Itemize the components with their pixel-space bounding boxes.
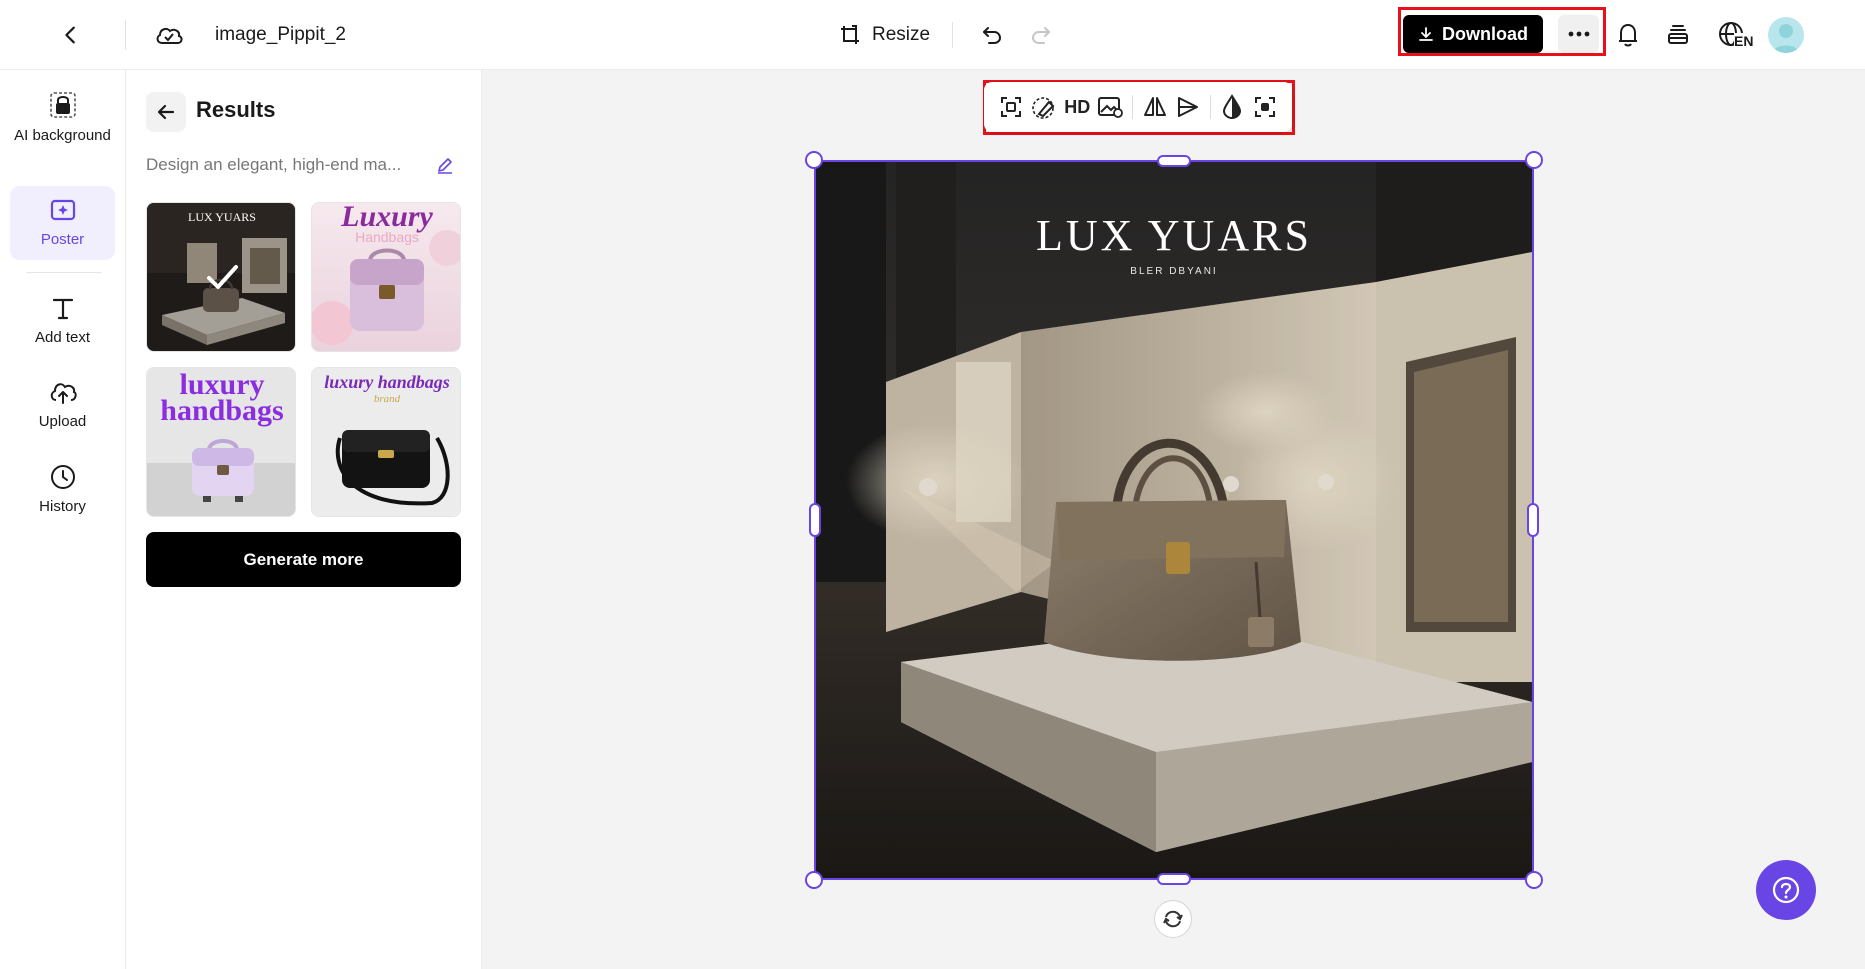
rail-item-add-text[interactable]: Add text: [10, 294, 115, 348]
divider: [125, 20, 126, 50]
rotate-button[interactable]: [1154, 900, 1192, 938]
resize-handle-right[interactable]: [1527, 503, 1539, 537]
resize-handle-bottom-right[interactable]: [1525, 871, 1543, 889]
resize-handle-left[interactable]: [809, 503, 821, 537]
expand-icon[interactable]: [994, 88, 1027, 126]
flip-icon[interactable]: [1138, 88, 1171, 126]
bell-icon[interactable]: [1612, 19, 1644, 51]
thumbnail-subtitle: brand: [374, 393, 401, 405]
poster-icon: [50, 199, 75, 221]
rail-label: Add text: [34, 329, 91, 346]
arrow-left-icon: [157, 104, 175, 120]
results-panel: Results Design an elegant, high-end ma..…: [126, 70, 482, 969]
rail-item-upload[interactable]: Upload: [10, 378, 115, 432]
image-toolbar: HD: [984, 82, 1292, 132]
result-thumbnail-2[interactable]: Luxury Handbags: [311, 202, 461, 352]
resize-handle-top[interactable]: [1157, 155, 1191, 167]
more-dots-icon: [1568, 31, 1589, 37]
send-icon[interactable]: [1171, 88, 1204, 126]
resize-button[interactable]: Resize: [838, 19, 930, 51]
rail-divider: [26, 272, 102, 273]
user-avatar-icon: [1773, 24, 1799, 53]
rail-label: Upload: [38, 413, 87, 430]
poster-subtitle: BLER DBYANI: [1130, 266, 1218, 277]
replace-image-icon[interactable]: [1094, 88, 1127, 126]
left-toolbar: AI background Poster Add text Upload His…: [0, 70, 126, 969]
rail-label: Poster: [40, 231, 85, 248]
resize-handle-top-right[interactable]: [1525, 151, 1543, 169]
layers-icon[interactable]: [1662, 19, 1694, 51]
poster-image: LUX YUARS BLER DBYANI: [816, 162, 1532, 878]
result-thumbnail-3[interactable]: luxury handbags: [146, 367, 296, 517]
file-name[interactable]: image_Pippit_20: [215, 23, 345, 47]
thumbnail-subtitle: Handbags: [355, 229, 419, 245]
prompt-text: Design an elegant, high-end ma...: [146, 155, 402, 174]
generate-more-button[interactable]: Generate more: [146, 532, 461, 587]
language-globe-icon[interactable]: EN: [1710, 17, 1754, 53]
rail-item-history[interactable]: History: [10, 463, 115, 517]
clock-icon: [50, 465, 75, 489]
avatar[interactable]: [1768, 17, 1804, 53]
thumbnail-image: luxury handbags: [147, 368, 295, 516]
download-label: Download: [1442, 23, 1528, 44]
undo-icon[interactable]: [976, 19, 1008, 51]
rail-label: History: [39, 498, 86, 515]
resize-handle-bottom-left[interactable]: [805, 871, 823, 889]
more-options-button[interactable]: [1558, 15, 1599, 53]
rail-label: AI background: [14, 127, 111, 144]
help-question-icon: [1772, 876, 1800, 904]
results-back-button[interactable]: [146, 92, 186, 132]
result-thumbnail-1[interactable]: LUX YUARS: [146, 202, 296, 352]
rail-item-ai-background[interactable]: AI background: [10, 90, 115, 146]
language-code: EN: [1734, 33, 1754, 49]
crop-icon[interactable]: [1249, 88, 1282, 126]
resize-handle-top-left[interactable]: [805, 151, 823, 169]
rail-item-poster[interactable]: Poster: [10, 186, 115, 260]
download-icon: [1419, 27, 1433, 41]
upload-cloud-icon: [50, 383, 77, 404]
lock-bag-icon: [49, 92, 76, 118]
top-bar: image_Pippit_20 Resize Download EN: [0, 0, 1865, 70]
thumbnail-title-line2: handbags: [160, 394, 283, 427]
selected-poster[interactable]: LUX YUARS BLER DBYANI: [805, 151, 1543, 889]
toolbar-divider: [1209, 95, 1211, 119]
canvas-area: HD LUX YUARS BLER DBYANI: [482, 70, 1865, 969]
resize-label: Resize: [872, 24, 931, 45]
thumbnail-title: LUX YUARS: [188, 210, 256, 224]
resize-handle-bottom[interactable]: [1157, 873, 1191, 885]
edit-prompt-icon[interactable]: [435, 155, 455, 180]
poster-title: LUX YUARS: [1036, 211, 1312, 260]
opacity-icon[interactable]: [1215, 88, 1248, 126]
redo-icon[interactable]: [1025, 19, 1057, 51]
back-chevron-icon[interactable]: [55, 19, 87, 51]
download-button[interactable]: Download: [1403, 15, 1543, 53]
result-thumbnail-4[interactable]: luxury handbags brand: [311, 367, 461, 517]
help-button[interactable]: [1756, 860, 1816, 920]
rotate-icon: [1163, 910, 1183, 928]
thumbnail-image: LUX YUARS: [147, 203, 295, 351]
hd-button[interactable]: HD: [1061, 88, 1094, 126]
thumbnail-image: luxury handbags brand: [312, 368, 460, 516]
cloud-save-icon[interactable]: [152, 19, 186, 51]
divider: [952, 22, 953, 48]
text-icon: [52, 298, 73, 320]
resize-icon: [841, 25, 859, 44]
toolbar-divider: [1132, 95, 1133, 119]
thumbnail-image: Luxury Handbags: [312, 203, 460, 351]
panel-title: Results: [196, 97, 276, 122]
thumbnail-title: luxury handbags: [324, 372, 450, 392]
erase-icon[interactable]: [1027, 88, 1060, 126]
